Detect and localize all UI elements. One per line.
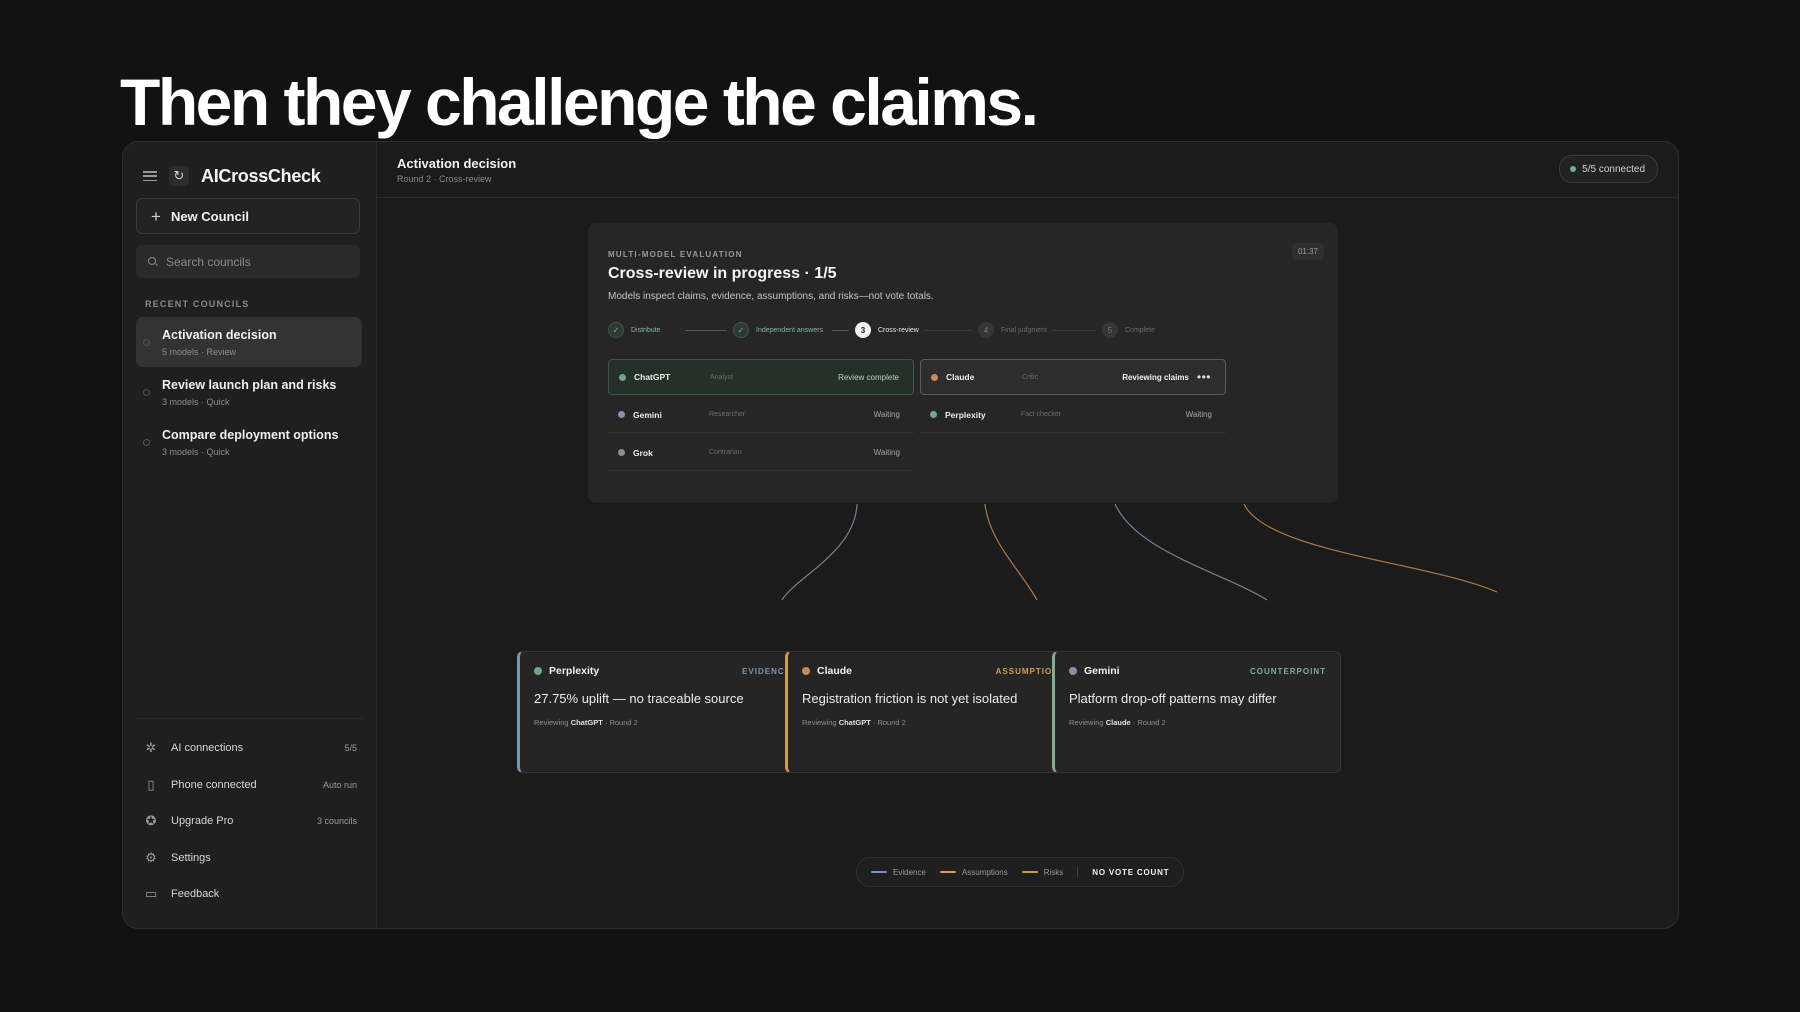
headline: Then they challenge the claims. xyxy=(120,65,1039,139)
sidebar-footer-item[interactable]: ▭ Feedback xyxy=(143,876,357,913)
feedback-icon: ▭ xyxy=(144,886,158,902)
recent-council-title: Compare deployment options xyxy=(162,428,339,442)
round-label: · Round 2 xyxy=(1130,718,1166,727)
legend-label: Risks xyxy=(1043,867,1064,877)
new-council-label: New Council xyxy=(170,208,249,224)
legend-item: Evidence xyxy=(871,868,926,877)
legend-item: Assumptions xyxy=(939,867,1008,877)
reviewing-prefix: Reviewing xyxy=(802,718,839,727)
claim-reference: Reviewing ChatGPT · Round 2 xyxy=(802,718,1059,727)
reviewing-prefix: Reviewing xyxy=(1069,718,1106,727)
model-dot-icon xyxy=(1069,667,1077,675)
claim-card-header: Claude ASSUMPTION xyxy=(802,665,1059,677)
menu-icon[interactable] xyxy=(143,171,157,181)
footer-item-value: 3 councils xyxy=(316,816,357,827)
claim-type-badge: COUNTERPOINT xyxy=(1250,666,1326,676)
status-dot-icon xyxy=(143,439,150,446)
recent-council-item[interactable]: Review launch plan and risks 3 models · Q… xyxy=(136,367,362,417)
footer-item-label: Upgrade Pro xyxy=(171,815,234,828)
recent-council-meta: 3 models · Quick xyxy=(162,447,230,457)
reviewed-model: ChatGPT xyxy=(838,718,871,727)
recent-council-title: Activation decision xyxy=(162,328,277,342)
sidebar-footer: ✲ AI connections 5/5 ▯ Phone connected Auto r… xyxy=(143,730,357,913)
claim-type-badge: EVIDENCE xyxy=(742,666,791,676)
legend-item: Risks xyxy=(1021,867,1064,877)
phone-icon: ▯ xyxy=(147,776,155,792)
reviewing-prefix: Reviewing xyxy=(534,718,571,727)
footer-item-label: Settings xyxy=(171,851,211,864)
sidebar-footer-item[interactable]: ✪ Upgrade Pro 3 councils xyxy=(143,803,357,840)
reviewed-model: ChatGPT xyxy=(570,718,603,727)
legend-line-icon xyxy=(871,871,887,873)
main-area: Activation decision Round 2 · Cross-revi… xyxy=(377,142,1678,928)
brand: ↻ AICrossCheck xyxy=(143,162,321,190)
plus-icon: + xyxy=(151,206,161,226)
recent-council-item[interactable]: Activation decision 5 models · Review xyxy=(136,317,362,367)
connector-line xyxy=(984,503,1038,601)
legend: Evidence Assumptions Risks NO VOTE COUNT xyxy=(856,857,1185,887)
recent-councils-list: Activation decision 5 models · Review Revi… xyxy=(136,317,362,467)
no-vote-count-label: NO VOTE COUNT xyxy=(1092,867,1170,877)
footer-item-value: 5/5 xyxy=(344,743,357,754)
sidebar-footer-item[interactable]: ▯ Phone connected Auto run xyxy=(143,767,357,804)
logo-icon: ↻ xyxy=(169,166,189,186)
claim-card-model: Perplexity xyxy=(549,665,600,677)
claim-card[interactable]: Claude ASSUMPTION Registration friction is… xyxy=(785,651,1074,773)
claim-text: 27.75% uplift — no traceable source xyxy=(534,691,744,706)
claim-text: Platform drop-off patterns may differ xyxy=(1069,691,1277,706)
recent-council-meta: 3 models · Quick xyxy=(162,397,230,407)
model-dot-icon xyxy=(802,667,810,675)
footer-item-label: AI connections xyxy=(171,742,244,755)
recent-councils-label: RECENT COUNCILS xyxy=(145,299,250,309)
reviewed-model: Claude xyxy=(1105,718,1131,727)
claim-type-badge: ASSUMPTION xyxy=(995,666,1059,676)
network-icon: ✲ xyxy=(145,740,157,756)
connector-line xyxy=(781,503,858,601)
search-input[interactable] xyxy=(166,254,336,269)
legend-line-icon xyxy=(939,871,956,873)
claim-card[interactable]: Gemini COUNTERPOINT Platform drop-off patt… xyxy=(1052,651,1341,773)
search-icon xyxy=(148,257,157,266)
badge-icon: ✪ xyxy=(145,813,157,829)
app-window: ↻ AICrossCheck + New Council RECENT COUN… xyxy=(122,141,1679,929)
claim-reference: Reviewing ChatGPT · Round 2 xyxy=(534,718,791,727)
claim-card-header: Perplexity EVIDENCE xyxy=(534,665,791,677)
claim-reference: Reviewing Claude · Round 2 xyxy=(1069,718,1326,727)
recent-council-title: Review launch plan and risks xyxy=(162,378,337,392)
legend-label: Evidence xyxy=(893,867,926,877)
gear-icon: ⚙ xyxy=(145,849,157,865)
round-label: · Round 2 xyxy=(870,718,906,727)
divider xyxy=(1077,867,1079,877)
footer-item-label: Feedback xyxy=(171,888,220,901)
claim-card-model: Gemini xyxy=(1084,665,1120,677)
recent-council-meta: 5 models · Review xyxy=(162,347,237,357)
divider xyxy=(136,718,363,719)
legend-label: Assumptions xyxy=(961,867,1008,877)
search-box[interactable] xyxy=(136,245,360,278)
status-dot-icon xyxy=(143,389,150,396)
new-council-button[interactable]: + New Council xyxy=(136,198,360,234)
sidebar: ↻ AICrossCheck + New Council RECENT COUN… xyxy=(123,142,377,928)
connector-line xyxy=(1114,503,1268,601)
connector-lines xyxy=(781,503,1498,601)
connector-line xyxy=(1243,503,1498,593)
claim-card[interactable]: Perplexity EVIDENCE 27.75% uplift — no tra… xyxy=(517,651,806,773)
claim-card-header: Gemini COUNTERPOINT xyxy=(1069,665,1326,677)
status-dot-icon xyxy=(143,339,150,346)
claim-text: Registration friction is not yet isolate… xyxy=(802,691,1018,706)
model-dot-icon xyxy=(534,667,542,675)
footer-item-label: Phone connected xyxy=(171,778,257,791)
claim-card-model: Claude xyxy=(817,665,853,677)
sidebar-footer-item[interactable]: ⚙ Settings xyxy=(143,840,357,877)
legend-line-icon xyxy=(1021,871,1038,873)
round-label: · Round 2 xyxy=(602,718,638,727)
recent-council-item[interactable]: Compare deployment options 3 models · Qui… xyxy=(136,417,362,467)
footer-item-value: Auto run xyxy=(322,779,357,790)
app-name: AICrossCheck xyxy=(201,165,321,186)
sidebar-footer-item[interactable]: ✲ AI connections 5/5 xyxy=(143,730,357,767)
